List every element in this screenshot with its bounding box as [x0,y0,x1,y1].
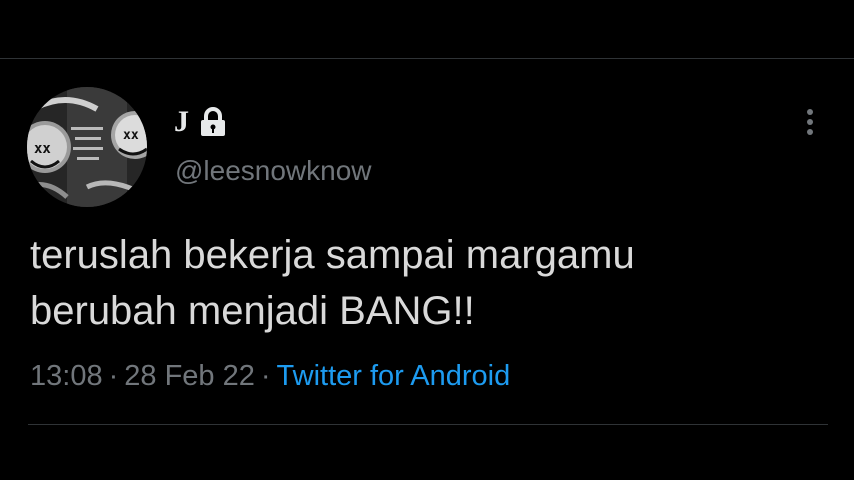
display-name[interactable]: J [174,104,227,140]
more-vertical-icon[interactable] [798,106,822,138]
user-handle[interactable]: @leesnowknow [175,154,372,188]
avatar-image: xx xx [27,87,147,207]
svg-text:xx: xx [34,141,51,157]
top-divider [0,58,854,59]
avatar[interactable]: xx xx [27,87,147,207]
meta-separator: · [260,360,271,392]
tweet-source-link[interactable]: Twitter for Android [277,360,511,392]
tweet-date[interactable]: 28 Feb 22 [124,360,255,392]
tweet-text: teruslah bekerja sampai margamu berubah … [30,227,820,339]
display-name-text: J [174,105,189,138]
meta-separator: · [108,360,119,392]
tweet-time[interactable]: 13:08 [30,360,103,392]
lock-icon [199,107,227,137]
tweet-meta: 13:08 · 28 Feb 22 · Twitter for Android [30,358,510,394]
svg-text:xx: xx [123,128,139,143]
bottom-divider [28,424,828,425]
tweet-text-line: teruslah bekerja sampai margamu [30,233,635,277]
tweet-text-line: berubah menjadi BANG!! [30,289,475,333]
